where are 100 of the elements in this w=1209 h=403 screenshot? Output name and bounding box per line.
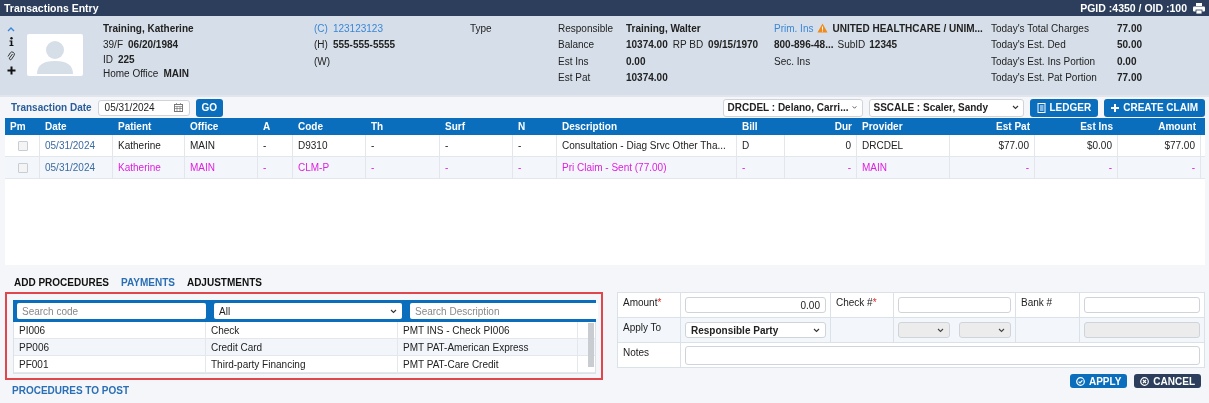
tab[interactable]: ADJUSTMENTS xyxy=(186,277,262,288)
chevron-down-icon xyxy=(390,308,397,314)
column-header[interactable]: Description xyxy=(557,121,737,132)
table-cell: - xyxy=(1035,157,1118,178)
table-cell: - xyxy=(440,135,513,156)
row-checkbox[interactable] xyxy=(18,140,28,151)
cancel-button[interactable]: CANCEL xyxy=(1134,374,1201,388)
search-code-field[interactable]: Search code xyxy=(17,303,206,319)
ledger-button[interactable]: LEDGER xyxy=(1029,98,1099,117)
tab[interactable]: ADD PROCEDURES xyxy=(14,277,109,288)
phone-label: (W) xyxy=(314,55,331,67)
chevron-down-icon xyxy=(1011,105,1019,110)
avatar-icon xyxy=(27,34,83,76)
column-header[interactable]: Est Pat xyxy=(950,121,1035,132)
ledger-icon xyxy=(1036,102,1046,113)
table-cell: MAIN xyxy=(857,157,950,178)
info-icon[interactable] xyxy=(8,37,14,46)
home-office: MAIN xyxy=(163,67,189,79)
total-label: Today's Total Charges xyxy=(991,22,1090,34)
table-cell: 0 xyxy=(785,135,857,156)
column-header[interactable]: Office xyxy=(185,121,258,132)
chevron-up-icon[interactable] xyxy=(7,26,15,32)
table-cell: - xyxy=(366,135,440,156)
column-header[interactable]: Date xyxy=(40,121,113,132)
patient-name: Training, Katherine xyxy=(103,22,194,34)
calendar-icon[interactable] xyxy=(173,103,183,112)
table-cell[interactable]: Third-party Financing xyxy=(206,356,398,372)
paperclip-icon[interactable] xyxy=(7,51,15,61)
total-value: 0.00 xyxy=(1117,55,1137,67)
date-field[interactable]: 05/31/2024 xyxy=(97,99,190,116)
field-label: Est Pat xyxy=(558,72,592,84)
column-header[interactable]: Amount xyxy=(1118,121,1201,132)
apply-button[interactable]: APPLY xyxy=(1069,374,1128,388)
notes-field[interactable] xyxy=(685,346,1200,365)
phone-number[interactable]: 123123123 xyxy=(332,22,383,34)
search-description-field[interactable]: Search Description xyxy=(410,303,598,319)
column-header[interactable]: N xyxy=(513,121,557,132)
required-mark: * xyxy=(657,297,662,308)
total-label: Today's Est. Ded xyxy=(991,39,1067,51)
table-cell: $77.00 xyxy=(950,135,1035,156)
subid-label: SubID xyxy=(837,39,866,51)
table-cell: - xyxy=(785,157,857,178)
column-header[interactable]: Code xyxy=(293,121,366,132)
phone-number: 555-555-5555 xyxy=(332,39,396,51)
go-button[interactable]: GO xyxy=(195,98,224,117)
column-header[interactable]: Patient xyxy=(113,121,185,132)
subid: 12345 xyxy=(869,39,898,51)
column-header[interactable]: A xyxy=(258,121,293,132)
printer-icon[interactable] xyxy=(1193,2,1205,14)
field-value: 10374.00 xyxy=(626,72,668,84)
table-cell[interactable]: PP006 xyxy=(14,339,206,355)
table-cell: Consultation - Diag Srvc Other Tha... xyxy=(557,135,737,156)
check-number-field[interactable] xyxy=(898,297,1011,313)
table-cell[interactable]: 05/31/2024 xyxy=(40,135,113,156)
column-header[interactable]: Surf xyxy=(440,121,513,132)
table-cell[interactable]: PF001 xyxy=(14,356,206,372)
apply-to-select[interactable]: Responsible Party xyxy=(685,322,826,338)
column-header[interactable]: Pm xyxy=(5,121,40,132)
table-cell[interactable]: Check xyxy=(206,322,398,338)
column-header[interactable]: Est Ins xyxy=(1035,121,1118,132)
type-label: Type xyxy=(470,22,492,34)
table-cell: - xyxy=(440,157,513,178)
tab[interactable]: PAYMENTS xyxy=(121,277,175,288)
table-cell: DRCDEL xyxy=(857,135,950,156)
required-mark: * xyxy=(872,297,877,308)
column-header[interactable]: Th xyxy=(366,121,440,132)
secondary-insurance-label: Sec. Ins xyxy=(774,55,811,67)
check-number-label: Check # xyxy=(836,297,873,308)
table-cell[interactable]: PMT PAT-American Express xyxy=(398,339,578,355)
procedures-to-post-link[interactable]: PROCEDURES TO POST xyxy=(12,385,130,396)
table-cell: $77.00 xyxy=(1118,135,1201,156)
field-label: RP BD xyxy=(672,39,704,51)
table-cell[interactable]: Credit Card xyxy=(206,339,398,355)
table-cell[interactable]: PI006 xyxy=(14,322,206,338)
table-cell[interactable]: PMT INS - Check PI006 xyxy=(398,322,578,338)
column-header[interactable]: Bill xyxy=(737,121,785,132)
primary-insurance-label[interactable]: Prim. Ins xyxy=(774,22,814,34)
table-cell: Katherine xyxy=(113,157,185,178)
bank-number-field[interactable] xyxy=(1084,297,1200,313)
amount-field[interactable]: 0.00 xyxy=(685,297,826,313)
column-header[interactable]: Dur xyxy=(785,121,857,132)
field-value: 0.00 xyxy=(626,55,646,67)
bank-number-label: Bank # xyxy=(1021,297,1053,308)
row-checkbox[interactable] xyxy=(18,162,28,173)
type-filter-select[interactable]: All xyxy=(214,303,402,319)
table-cell[interactable]: 05/31/2024 xyxy=(40,157,113,178)
table-cell[interactable]: PMT PAT-Care Credit xyxy=(398,356,578,372)
table-cell: D xyxy=(737,135,785,156)
column-header[interactable]: Provider xyxy=(857,121,950,132)
id-label: ID xyxy=(103,53,113,65)
create-claim-button[interactable]: CREATE CLAIM xyxy=(1104,98,1205,117)
patient-id: 225 xyxy=(118,53,135,65)
insurance-phone: 800-896-48... xyxy=(774,39,834,51)
plus-icon[interactable] xyxy=(6,66,16,75)
phone-label: (C) xyxy=(314,22,328,34)
total-value: 77.00 xyxy=(1117,22,1143,34)
hygienist-select[interactable]: SSCALE : Scaler, Sandy xyxy=(868,98,1024,117)
field-value: Training, Walter xyxy=(626,22,701,34)
table-cell: D9310 xyxy=(293,135,366,156)
provider-select[interactable]: DRCDEL : Delano, Carri... xyxy=(722,98,863,117)
